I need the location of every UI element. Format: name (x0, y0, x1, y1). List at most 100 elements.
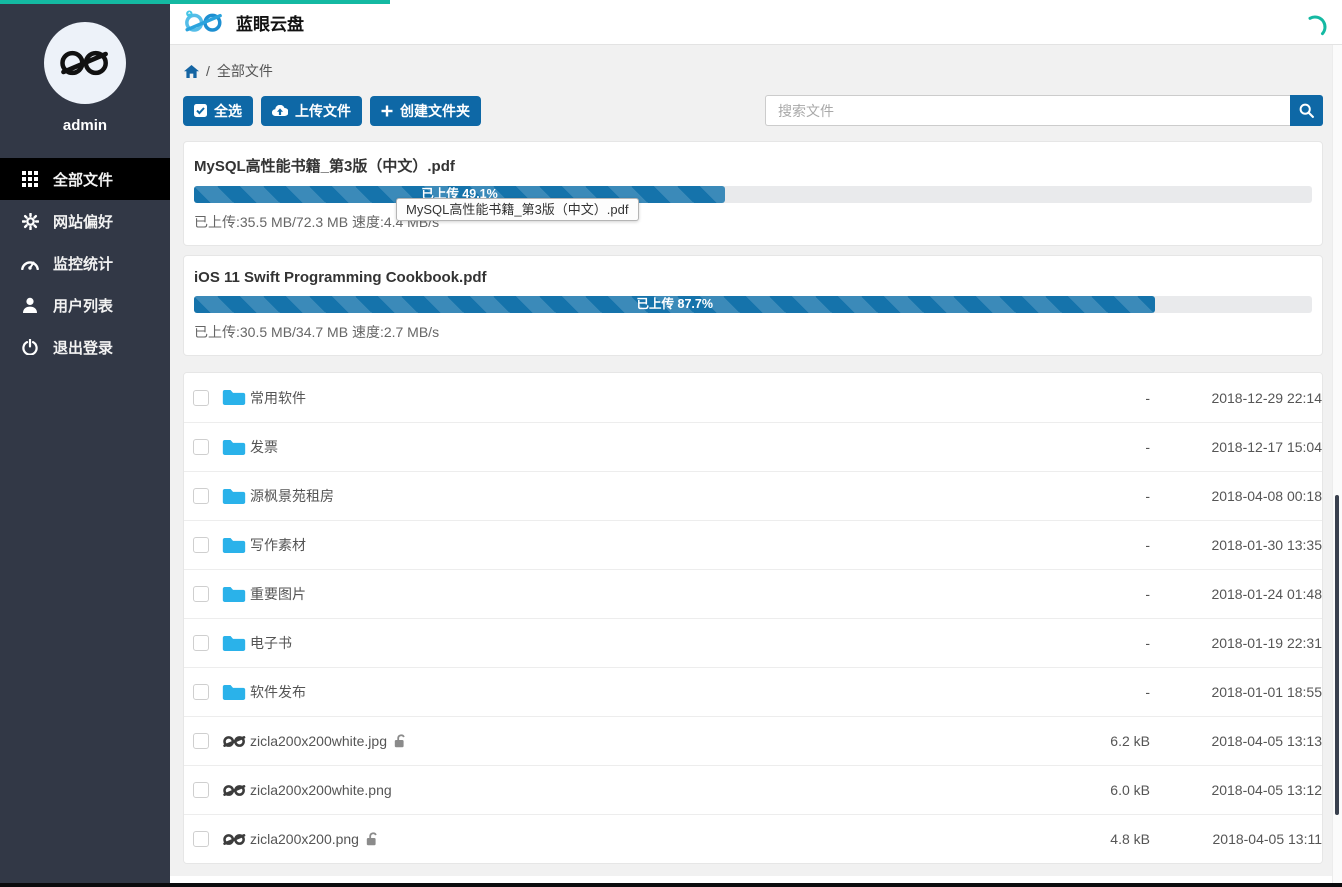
file-date: 2018-01-24 01:48 (1150, 586, 1322, 602)
sidebar-item-label: 用户列表 (53, 295, 113, 316)
upload-progress-fill: 已上传 87.7% (194, 296, 1155, 313)
row-checkbox[interactable] (193, 684, 209, 700)
file-row[interactable]: 写作素材 - 2018-01-30 13:35 (184, 520, 1322, 569)
folder-icon (222, 388, 250, 407)
row-checkbox[interactable] (193, 390, 209, 406)
sidebar-item-label: 退出登录 (53, 337, 113, 358)
image-file-icon (222, 832, 250, 847)
file-name[interactable]: zicla200x200white.jpg (250, 733, 387, 749)
file-row[interactable]: zicla200x200.png 4.8 kB 2018-04-05 13:11 (184, 814, 1322, 863)
file-name[interactable]: 发票 (250, 437, 278, 457)
create-folder-label: 创建文件夹 (400, 101, 470, 121)
file-size: - (1055, 439, 1150, 455)
file-name[interactable]: zicla200x200white.png (250, 782, 392, 798)
check-square-icon (194, 104, 207, 117)
power-icon (21, 339, 39, 355)
sidebar-item-label: 网站偏好 (53, 211, 113, 232)
loading-spinner-icon (1301, 13, 1329, 41)
row-checkbox[interactable] (193, 635, 209, 651)
file-row[interactable]: 源枫景苑租房 - 2018-04-08 00:18 (184, 471, 1322, 520)
image-file-icon (222, 734, 250, 749)
file-size: - (1055, 390, 1150, 406)
file-name[interactable]: 软件发布 (250, 682, 306, 702)
folder-icon (222, 438, 250, 457)
file-name[interactable]: 常用软件 (250, 388, 306, 408)
breadcrumb-current[interactable]: 全部文件 (217, 61, 273, 81)
create-folder-button[interactable]: 创建文件夹 (370, 96, 481, 126)
upload-card: MySQL高性能书籍_第3版（中文）.pdf 已上传 49.1% 已上传:35.… (183, 141, 1323, 246)
user-profile[interactable]: admin (0, 0, 170, 134)
sidebar-item-site-preferences[interactable]: 网站偏好 (0, 200, 170, 242)
scrollbar-track[interactable] (1332, 45, 1342, 883)
row-checkbox[interactable] (193, 586, 209, 602)
select-all-button[interactable]: 全选 (183, 96, 253, 126)
upload-card: iOS 11 Swift Programming Cookbook.pdf 已上… (183, 255, 1323, 356)
upload-file-button[interactable]: 上传文件 (261, 96, 362, 126)
file-name[interactable]: 写作素材 (250, 535, 306, 555)
folder-icon (222, 536, 250, 555)
file-name[interactable]: 电子书 (250, 633, 292, 653)
file-row[interactable]: 常用软件 - 2018-12-29 22:14 (184, 373, 1322, 422)
file-row[interactable]: 软件发布 - 2018-01-01 18:55 (184, 667, 1322, 716)
file-size: - (1055, 537, 1150, 553)
plus-icon (381, 105, 393, 117)
row-checkbox[interactable] (193, 537, 209, 553)
folder-icon (222, 683, 250, 702)
search-button[interactable] (1290, 95, 1323, 126)
sidebar-item-monitor-stats[interactable]: 监控统计 (0, 242, 170, 284)
home-icon[interactable] (184, 65, 199, 78)
folder-icon (222, 634, 250, 653)
toolbar: 全选 上传文件 创建文件夹 (183, 95, 1323, 126)
sidebar-item-logout[interactable]: 退出登录 (0, 326, 170, 368)
image-file-icon (222, 783, 250, 798)
file-row[interactable]: zicla200x200white.png 6.0 kB 2018-04-05 … (184, 765, 1322, 814)
upload-detail: 已上传:30.5 MB/34.7 MB 速度:2.7 MB/s (194, 322, 1312, 342)
cloud-upload-icon (272, 105, 288, 116)
sidebar-menu: 全部文件 网站偏好 (0, 158, 170, 368)
folder-icon (222, 585, 250, 604)
main-area: 蓝眼云盘 / 全部文件 (170, 0, 1342, 887)
upload-detail: 已上传:35.5 MB/72.3 MB 速度:4.4 MB/s (194, 212, 1312, 232)
file-date: 2018-01-01 18:55 (1150, 684, 1322, 700)
breadcrumb-separator: / (206, 63, 210, 79)
sidebar-item-label: 监控统计 (53, 253, 113, 274)
file-size: - (1055, 488, 1150, 504)
gear-icon (21, 213, 39, 230)
row-checkbox[interactable] (193, 733, 209, 749)
avatar[interactable] (44, 22, 126, 104)
sidebar-item-label: 全部文件 (53, 169, 113, 190)
infinity-logo-icon (58, 46, 112, 80)
page-loading-bar (0, 0, 390, 4)
row-checkbox[interactable] (193, 782, 209, 798)
file-size: - (1055, 684, 1150, 700)
row-checkbox[interactable] (193, 831, 209, 847)
app-header: 蓝眼云盘 (170, 0, 1342, 45)
breadcrumb: / 全部文件 (184, 61, 1323, 81)
upload-progress-track: 已上传 87.7% (194, 296, 1312, 313)
upload-file-title: MySQL高性能书籍_第3版（中文）.pdf (194, 155, 1312, 176)
search-input[interactable] (765, 95, 1290, 126)
search-group (765, 95, 1323, 126)
grid-icon (21, 171, 39, 187)
file-size: 4.8 kB (1055, 831, 1150, 847)
filename-tooltip: MySQL高性能书籍_第3版（中文）.pdf (396, 198, 639, 221)
file-name[interactable]: 重要图片 (250, 584, 306, 604)
file-size: 6.2 kB (1055, 733, 1150, 749)
brand-logo-icon[interactable] (183, 9, 225, 35)
scrollbar-thumb[interactable] (1335, 495, 1339, 815)
file-name[interactable]: zicla200x200.png (250, 831, 359, 847)
file-row[interactable]: 发票 - 2018-12-17 15:04 (184, 422, 1322, 471)
file-list: 常用软件 - 2018-12-29 22:14 发票 - 2018-12-17 … (183, 372, 1323, 864)
sidebar-item-user-list[interactable]: 用户列表 (0, 284, 170, 326)
row-checkbox[interactable] (193, 488, 209, 504)
file-date: 2018-04-05 13:11 (1150, 831, 1322, 847)
sidebar-item-all-files[interactable]: 全部文件 (0, 158, 170, 200)
file-name[interactable]: 源枫景苑租房 (250, 486, 334, 506)
file-row[interactable]: 重要图片 - 2018-01-24 01:48 (184, 569, 1322, 618)
file-row[interactable]: 电子书 - 2018-01-19 22:31 (184, 618, 1322, 667)
select-all-label: 全选 (214, 101, 242, 121)
file-date: 2018-12-29 22:14 (1150, 390, 1322, 406)
file-row[interactable]: zicla200x200white.jpg 6.2 kB 2018-04-05 … (184, 716, 1322, 765)
row-checkbox[interactable] (193, 439, 209, 455)
file-size: 6.0 kB (1055, 782, 1150, 798)
